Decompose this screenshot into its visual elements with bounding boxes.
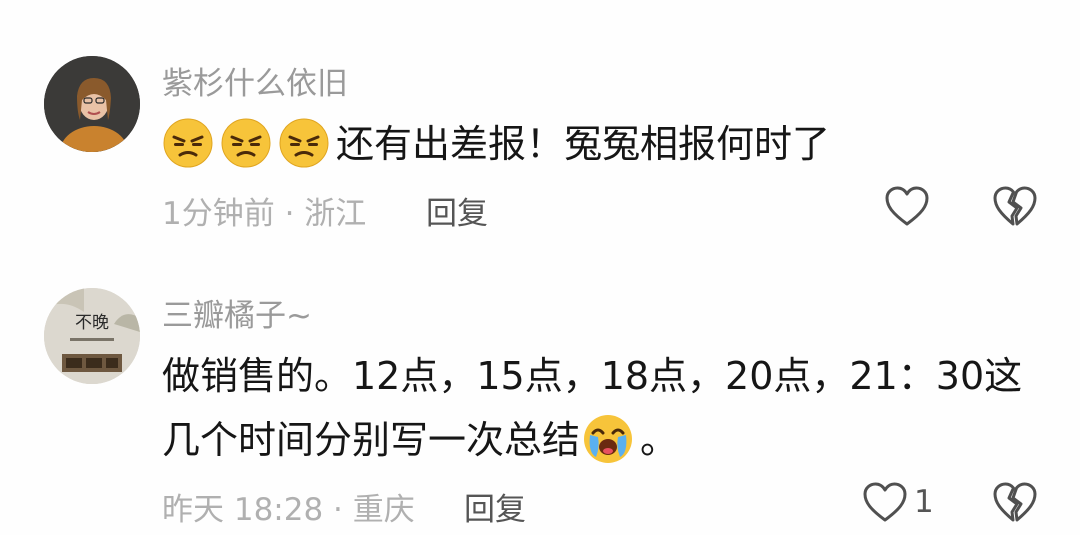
comment-meta: 昨天 18:28 · 重庆	[162, 492, 415, 528]
like-count: 1	[914, 484, 934, 520]
comment-item: 紫杉什么依旧 还有出差报！冤冤相报何时了 1分钟前 · 浙江 回复	[0, 0, 1080, 260]
comment-text-content: 几个时间分别写一次总结	[162, 418, 581, 462]
comment-text-content: 还有出差报！冤冤相报何时了	[336, 122, 831, 166]
avatar[interactable]	[44, 56, 140, 152]
comment-item: 不晚 三瓣橘子~ 做销售的。12点，15点，18点，20点，21：30这 几个时…	[0, 260, 1080, 535]
avatar-photo	[44, 56, 140, 152]
like-icon[interactable]	[884, 186, 930, 228]
dislike-icon[interactable]	[992, 482, 1038, 524]
reply-button[interactable]: 回复	[464, 484, 526, 529]
comment-meta: 1分钟前 · 浙江	[162, 196, 367, 232]
crying-face-icon	[582, 413, 634, 465]
comment-text: 还有出差报！冤冤相报何时了	[162, 110, 830, 178]
comment-text-line-2: 几个时间分别写一次总结 。	[162, 406, 678, 474]
avatar-text: 不晚	[75, 313, 109, 333]
comment-text-punctuation: 。	[640, 418, 679, 462]
comment-text-line-1: 做销售的。12点，15点，18点，20点，21：30这	[162, 354, 1023, 398]
grimace-face-icon	[220, 117, 272, 169]
grimace-face-icon	[278, 117, 330, 169]
dislike-icon[interactable]	[992, 186, 1038, 228]
grimace-face-icon	[162, 117, 214, 169]
comment-username[interactable]: 三瓣橘子~	[162, 290, 312, 335]
avatar[interactable]: 不晚	[44, 288, 140, 384]
reply-button[interactable]: 回复	[426, 188, 488, 233]
avatar-image: 不晚	[44, 288, 140, 384]
comment-list: 紫杉什么依旧 还有出差报！冤冤相报何时了 1分钟前 · 浙江 回复 不晚 三瓣橘…	[0, 0, 1080, 535]
like-icon[interactable]	[862, 482, 908, 524]
comment-username[interactable]: 紫杉什么依旧	[162, 58, 348, 103]
